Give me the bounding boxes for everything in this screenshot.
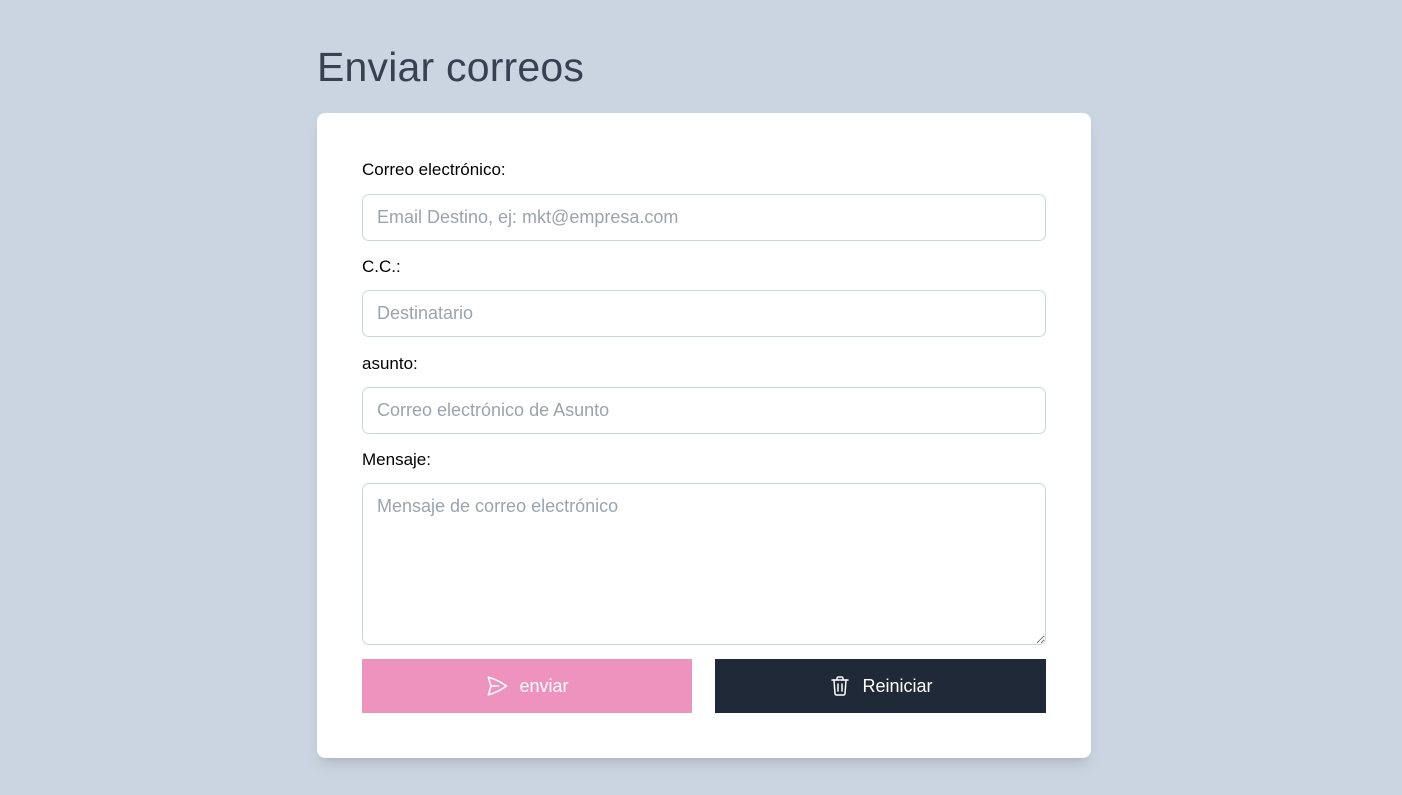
email-to-label: Correo electrónico: — [362, 160, 506, 179]
send-button[interactable]: enviar — [362, 659, 692, 713]
email-to-input[interactable] — [362, 194, 1046, 241]
send-button-label: enviar — [519, 675, 569, 696]
trash-icon — [828, 674, 852, 698]
page-title: Enviar correos — [317, 44, 585, 90]
cc-input[interactable] — [362, 290, 1046, 337]
cc-label: C.C.: — [362, 257, 401, 276]
message-label: Mensaje: — [362, 450, 431, 469]
subject-label: asunto: — [362, 354, 418, 373]
message-textarea[interactable] — [362, 483, 1046, 645]
reset-button[interactable]: Reiniciar — [715, 659, 1046, 713]
email-form-card: Correo electrónico: C.C.: asunto: Mensaj… — [317, 113, 1091, 758]
subject-input[interactable] — [362, 387, 1046, 434]
reset-button-label: Reiniciar — [862, 675, 933, 696]
send-icon — [485, 674, 509, 698]
